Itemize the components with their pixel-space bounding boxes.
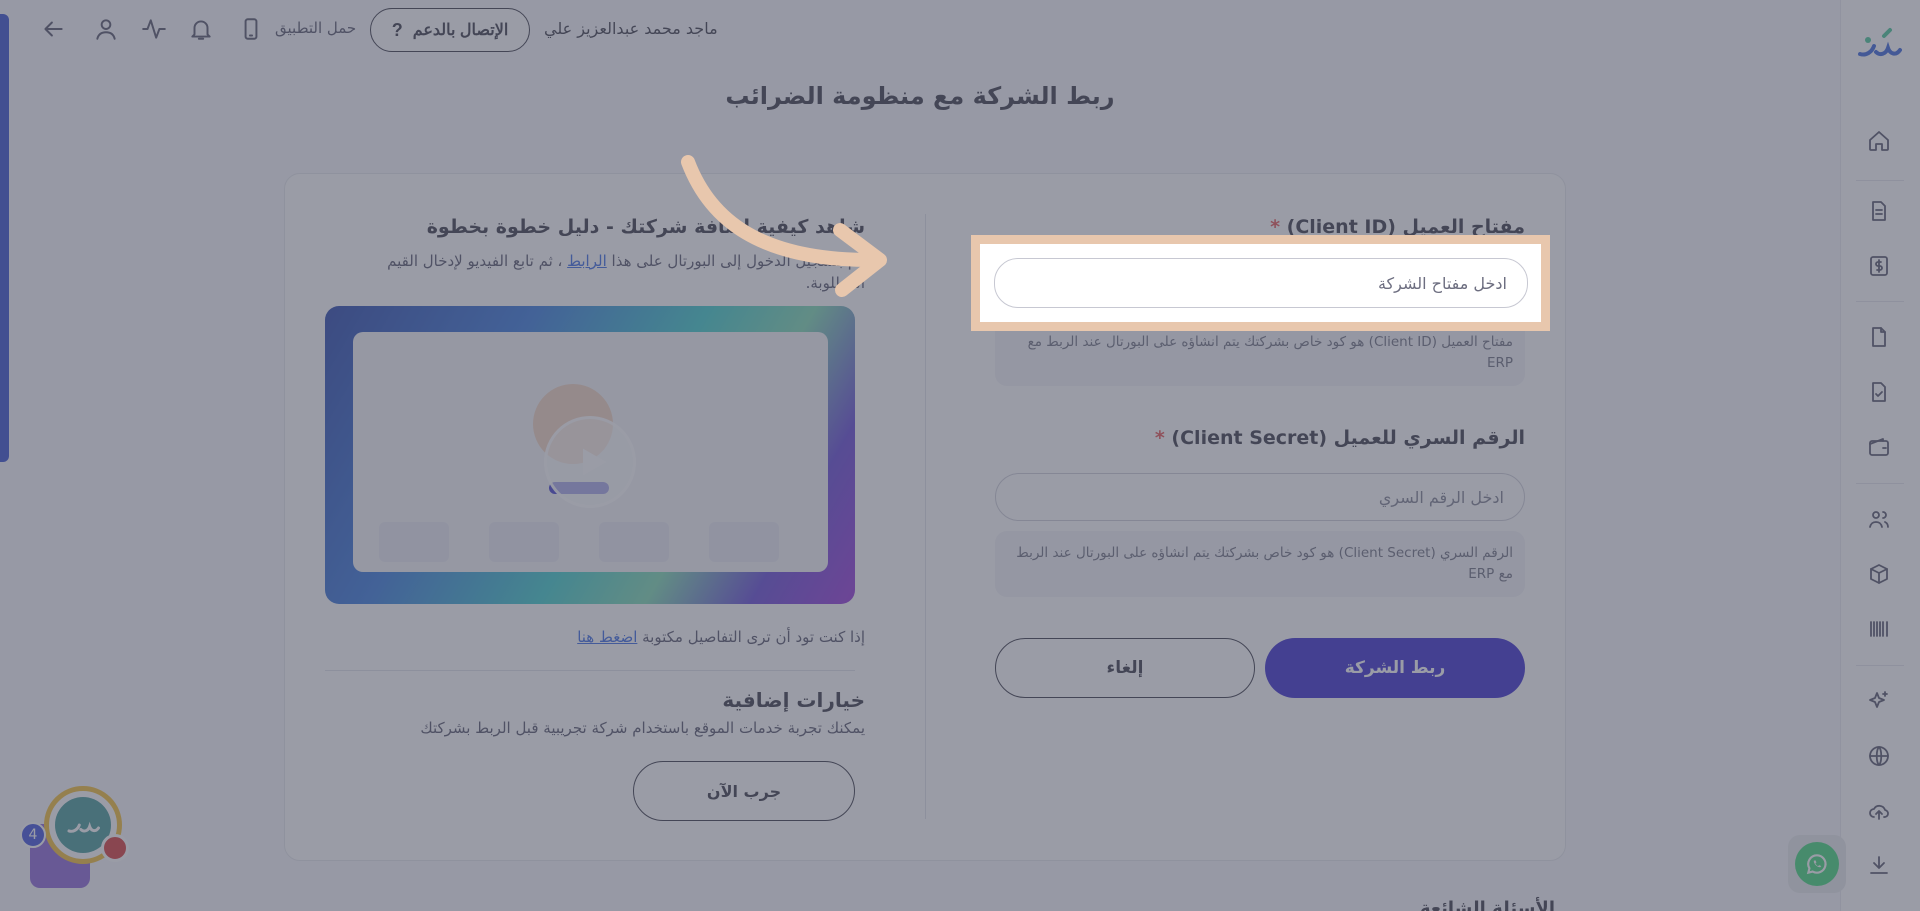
page-background: حمل التطبيق الإتصال بالدعم ? ماجد محمد ع… xyxy=(0,0,1920,911)
page-title: ربط الشركة مع منظومة الضرائب xyxy=(725,82,1115,110)
client-secret-hint: الرقم السري (Client Secret) هو كود خاص ب… xyxy=(995,531,1525,597)
box-icon[interactable] xyxy=(1866,561,1892,587)
whatsapp-button[interactable] xyxy=(1788,835,1846,893)
assistant-widget[interactable]: 4 xyxy=(20,786,130,896)
cancel-button[interactable]: إلغاء xyxy=(995,638,1255,698)
link-company-button[interactable]: ربط الشركة xyxy=(1265,638,1525,698)
cloud-upload-icon[interactable] xyxy=(1866,798,1892,824)
brand-logo xyxy=(1858,28,1902,57)
app-download-link[interactable]: حمل التطبيق xyxy=(275,19,356,37)
guide-video-thumbnail[interactable] xyxy=(325,306,855,604)
client-secret-label: الرقم السري للعميل (Client Secret) * xyxy=(1151,427,1525,449)
video-preview-card xyxy=(489,522,559,562)
top-bar: حمل التطبيق الإتصال بالدعم ? ماجد محمد ع… xyxy=(0,0,1839,60)
notification-dot xyxy=(101,834,129,862)
try-now-button[interactable]: جرب الآن xyxy=(633,761,855,821)
dollar-icon[interactable] xyxy=(1866,253,1892,279)
back-arrow-icon[interactable] xyxy=(38,14,68,44)
extra-options-description: يمكنك تجربة خدمات الموقع باستخدام شركة ت… xyxy=(420,719,865,737)
faq-heading: الأسئلة الشائعة xyxy=(1420,898,1555,911)
details-line: إذا كنت تود أن ترى التفاصيل مكتوبة اضغط … xyxy=(335,628,865,646)
sidebar-divider xyxy=(1856,301,1904,302)
activity-icon[interactable] xyxy=(139,14,169,44)
mobile-icon[interactable] xyxy=(236,14,266,44)
extra-options-heading: خيارات إضافية xyxy=(722,688,865,712)
sparkles-icon[interactable] xyxy=(1866,688,1892,714)
portal-link[interactable]: الرابط xyxy=(567,252,607,270)
sidebar-divider xyxy=(1856,180,1904,181)
barcode-icon[interactable] xyxy=(1866,616,1892,642)
section-divider xyxy=(325,670,855,671)
client-secret-input[interactable] xyxy=(995,473,1525,521)
client-secret-label-text: الرقم السري للعميل (Client Secret) xyxy=(1171,427,1525,449)
globe-icon[interactable] xyxy=(1866,743,1892,769)
file-icon[interactable] xyxy=(1866,324,1892,350)
document-icon[interactable] xyxy=(1866,198,1892,224)
wallet-icon[interactable] xyxy=(1866,434,1892,460)
play-icon[interactable] xyxy=(544,416,636,508)
details-link[interactable]: اضغط هنا xyxy=(577,628,637,646)
details-text: إذا كنت تود أن ترى التفاصيل مكتوبة xyxy=(642,628,865,646)
user-icon[interactable] xyxy=(91,14,121,44)
video-preview-card xyxy=(379,522,449,562)
download-icon[interactable] xyxy=(1866,852,1892,878)
sidebar-divider xyxy=(1856,665,1904,666)
sidebar-divider xyxy=(1856,483,1904,484)
contact-support-button[interactable]: الإتصال بالدعم ? xyxy=(370,8,530,52)
home-icon[interactable] xyxy=(1866,128,1892,154)
question-icon: ? xyxy=(391,19,403,40)
user-name: ماجد محمد عبدالعزيز علي xyxy=(544,19,718,38)
file-check-icon[interactable] xyxy=(1866,379,1892,405)
video-preview-card xyxy=(709,522,779,562)
tour-highlight-frame xyxy=(971,235,1550,331)
users-icon[interactable] xyxy=(1866,506,1892,532)
video-preview-card xyxy=(599,522,669,562)
client-id-input[interactable] xyxy=(994,258,1528,308)
notification-count-badge: 4 xyxy=(20,822,46,848)
right-sidebar xyxy=(1840,0,1920,911)
bell-icon[interactable] xyxy=(186,14,216,44)
whatsapp-icon xyxy=(1795,842,1839,886)
required-mark: * xyxy=(1154,427,1165,449)
card-divider xyxy=(925,214,926,819)
support-button-label: الإتصال بالدعم xyxy=(412,22,509,39)
tour-pointer-arrow-icon xyxy=(681,155,887,297)
